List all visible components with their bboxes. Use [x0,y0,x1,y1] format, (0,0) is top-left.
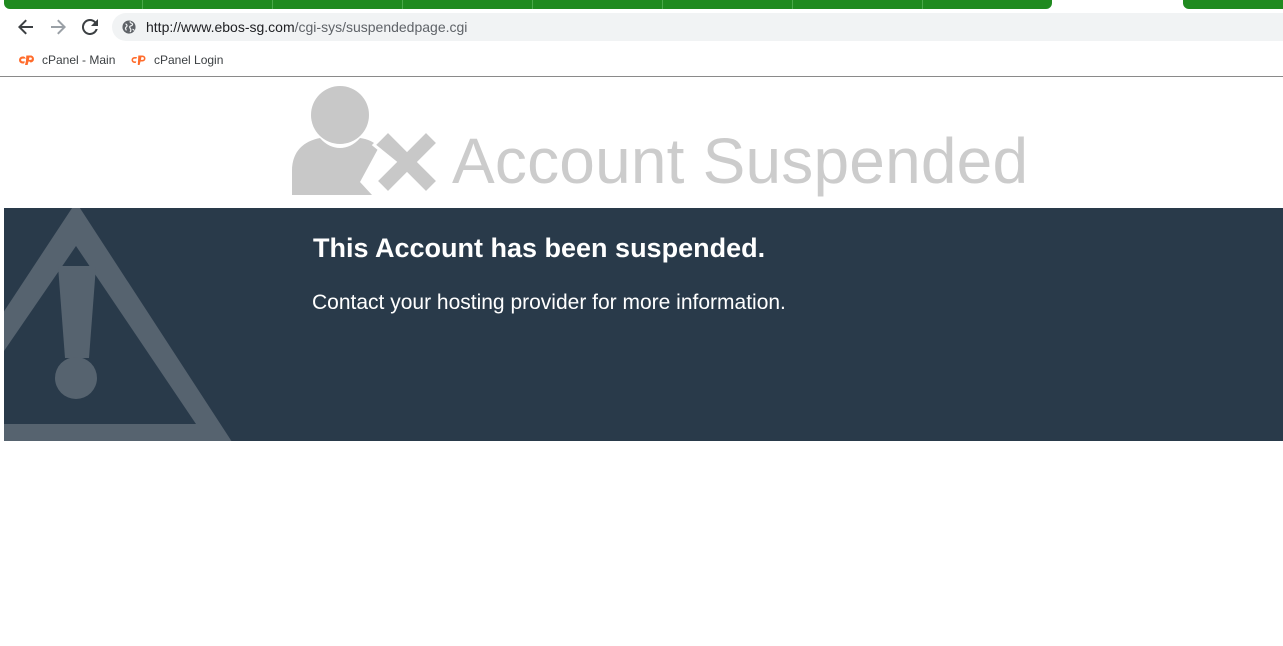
suspension-heading: This Account has been suspended. [313,233,766,263]
suspension-banner: This Account has been suspended. Contact… [4,208,1283,441]
bookmarks-bar: cPanel - Main cPanel Login [0,45,1283,77]
bookmark-cpanel-login[interactable]: cPanel Login [130,52,223,68]
tab-group[interactable] [4,0,1052,9]
tab-separator [402,0,403,9]
warning-icon [4,208,232,441]
tab-separator [142,0,143,9]
tab-separator [792,0,793,9]
browser-toolbar: http://www.ebos-sg.com/cgi-sys/suspended… [0,9,1283,45]
suspension-message: Contact your hosting provider for more i… [312,291,786,314]
tab-new-area[interactable] [1183,0,1283,9]
tab-strip [0,0,1283,9]
cpanel-icon [131,55,146,65]
site-info-icon[interactable] [122,20,136,34]
page-title: Account Suspended [452,125,1029,197]
back-button[interactable] [14,15,38,39]
url-host: http://www.ebos-sg.com [146,19,295,35]
reload-icon [82,19,98,35]
bookmark-label: cPanel - Main [42,53,116,67]
back-icon [18,19,33,35]
url-path: /cgi-sys/suspendedpage.cgi [294,19,468,35]
bookmark-label: cPanel Login [154,53,224,67]
hero-header: Account Suspended [4,77,1283,208]
reload-button[interactable] [78,15,102,39]
tab-separator [922,0,923,9]
tab-separator [532,0,533,9]
cpanel-icon [19,55,34,65]
forward-icon [51,19,66,35]
tab-separator [272,0,273,9]
user-suspended-icon [292,86,438,195]
bookmark-cpanel-main[interactable]: cPanel - Main [18,52,115,68]
url-text[interactable]: http://www.ebos-sg.com/cgi-sys/suspended… [146,19,467,35]
suspended-page: Account Suspended This Account has been … [4,77,1283,646]
address-bar[interactable]: http://www.ebos-sg.com/cgi-sys/suspended… [112,13,1283,41]
tab-separator [662,0,663,9]
forward-button[interactable] [46,15,70,39]
